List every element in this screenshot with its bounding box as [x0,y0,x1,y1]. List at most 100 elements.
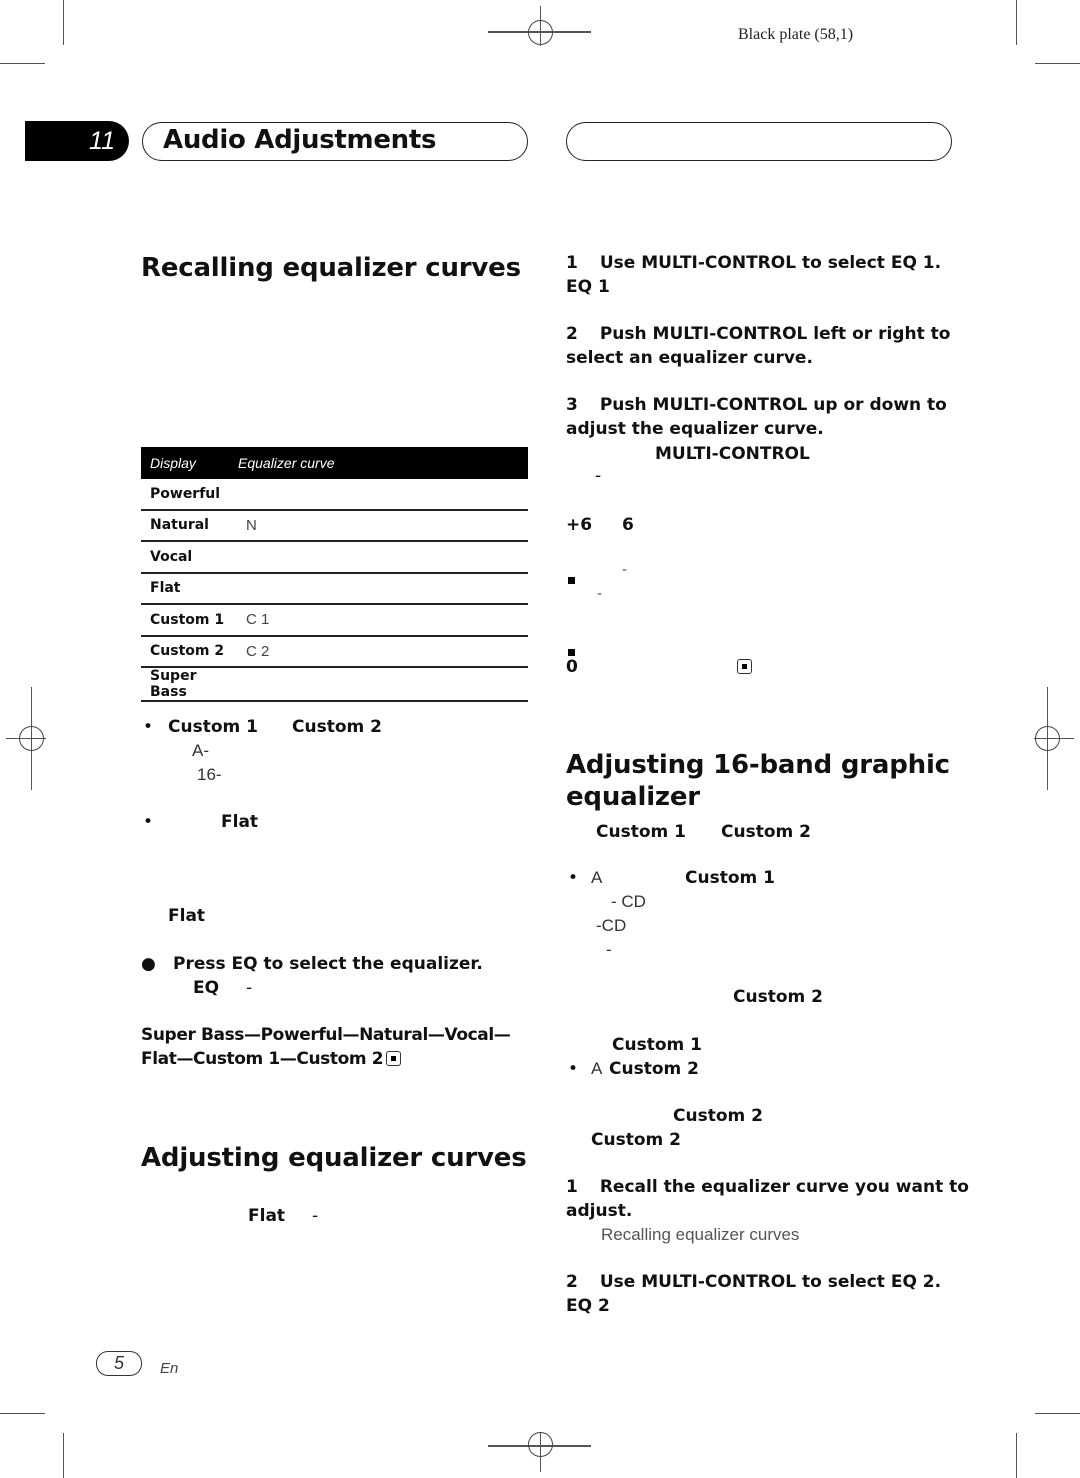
zero-value: 0 [566,657,578,677]
step-number: 2 [566,1272,578,1292]
note-square-icon [568,569,575,588]
curve-cell [238,572,528,605]
curve-cell [238,541,528,574]
custom1-text: Custom 1 [612,1035,702,1055]
display-cell: Custom 1 [141,604,238,637]
curve-cell: N [238,509,528,542]
step-sub: EQ 2 [566,1296,610,1316]
crop-mark [1035,63,1080,64]
dash-text: - [595,466,602,486]
step-text: Use MULTI-CONTROL to select EQ 1. [599,253,942,273]
step-text: Use MULTI-CONTROL to select EQ 2. [599,1272,942,1292]
section-heading-graphic-eq-2: equalizer [566,782,700,812]
end-of-section-icon [386,1051,402,1066]
bullet-icon: • [568,868,579,888]
bullet-icon: • [143,812,154,832]
column-header-display: Display [141,447,238,479]
dash-text: - [622,562,628,578]
page-number: 5 [113,1353,124,1373]
table-row: Vocal [141,541,528,574]
display-cell: Flat [141,572,238,605]
eq-cycle-line: Flat—Custom 1—Custom 2 [141,1049,402,1069]
step-text: adjust. [566,1201,633,1221]
step-text: Push MULTI-CONTROL up or down to [599,395,947,415]
dash-text: - [597,586,603,602]
custom1-text: Custom 1 [596,822,686,842]
cross-reference-link[interactable]: Recalling equalizer curves [601,1225,799,1245]
dash-text: - [606,940,612,959]
curve-cell [238,667,528,702]
crop-mark [1035,1413,1080,1414]
end-of-section-icon [737,657,752,676]
eq-cycle-line: Super Bass—Powerful—Natural—Vocal— [141,1025,511,1045]
note-custom1: Custom 1 [168,717,258,737]
cd-text: -CD [596,916,627,935]
section-heading-adjusting: Adjusting equalizer curves [141,1143,527,1173]
table-row: Custom 2C 2 [141,635,528,668]
note-flat: Flat [221,812,259,832]
display-cell: Super Bass [141,667,238,702]
step-2: 2 Push MULTI-CONTROL left or right to [566,324,950,344]
step-2: 2 Use MULTI-CONTROL to select EQ 2. [566,1272,941,1292]
step-text: select an equalizer curve. [566,348,813,368]
language-label: En [160,1360,179,1377]
custom2-text: Custom 2 [673,1106,763,1126]
custom2-text: Custom 2 [721,822,811,842]
chapter-number: 11 [89,127,115,155]
step-text: Push MULTI-CONTROL left or right to [599,324,951,344]
step-1: 1 Use MULTI-CONTROL to select EQ 1. [566,253,941,273]
display-cell: Custom 2 [141,635,238,668]
table-row: Custom 1C 1 [141,604,528,637]
crop-mark [0,63,45,64]
crop-mark [63,0,64,45]
note-text: A [591,868,603,887]
eq-cycle-text: Flat—Custom 1—Custom 2 [141,1049,384,1069]
curve-cell: C 1 [238,604,528,637]
display-cell: Powerful [141,479,238,511]
section-heading-graphic-eq: Adjusting 16-band graphic [566,750,950,780]
display-cell: Natural [141,509,238,542]
dash-text: - [312,1206,319,1226]
chapter-title-pill: Audio Adjustments [142,122,528,161]
table-row: Super Bass [141,667,528,702]
section-heading-recalling: Recalling equalizer curves [141,253,521,283]
table-row: Flat [141,572,528,605]
multi-control-label: MULTI-CONTROL [655,444,810,464]
page-number-badge: 5 [96,1351,142,1376]
step-number: 1 [566,1177,578,1197]
step-title: Press EQ to select the equalizer. [173,954,483,974]
eq-label: EQ [193,978,220,998]
step-3: 3 Push MULTI-CONTROL up or down to [566,395,947,415]
note-text: 16- [197,765,222,784]
note-text: A- [192,741,209,760]
step-number: 2 [566,324,578,344]
step-bullet-icon: ● [141,954,156,974]
table-row: Powerful [141,479,528,511]
step-text: Recall the equalizer curve you want to [599,1177,969,1197]
curve-cell [238,479,528,511]
crop-mark [0,1413,45,1414]
bullet-icon: • [143,717,154,737]
step-text: adjust the equalizer curve. [566,419,824,439]
table-row: Natural N [141,509,528,542]
crop-mark [1016,0,1017,45]
dash-text: - [246,978,253,998]
plate-label: Black plate (58,1) [738,26,854,43]
note-flat: Flat [168,906,206,926]
range-max: +6 [566,515,593,535]
equalizer-table: Display Equalizer curve Powerful Natural… [141,447,528,702]
column-header-curve: Equalizer curve [238,447,528,479]
step-sub: EQ 1 [566,277,610,297]
cd-text: - CD [611,892,646,911]
note-custom2: Custom 2 [292,717,382,737]
flat-text: Flat [248,1206,286,1226]
custom1-text: Custom 1 [685,868,775,888]
curve-cell: C 2 [238,635,528,668]
custom2-text: Custom 2 [609,1059,699,1079]
custom2-text: Custom 2 [733,987,823,1007]
table-header-row: Display Equalizer curve [141,447,528,479]
empty-header-pill [566,122,952,161]
chapter-title: Audio Adjustments [163,125,437,155]
bullet-icon: • [568,1059,579,1079]
step-number: 1 [566,253,578,273]
